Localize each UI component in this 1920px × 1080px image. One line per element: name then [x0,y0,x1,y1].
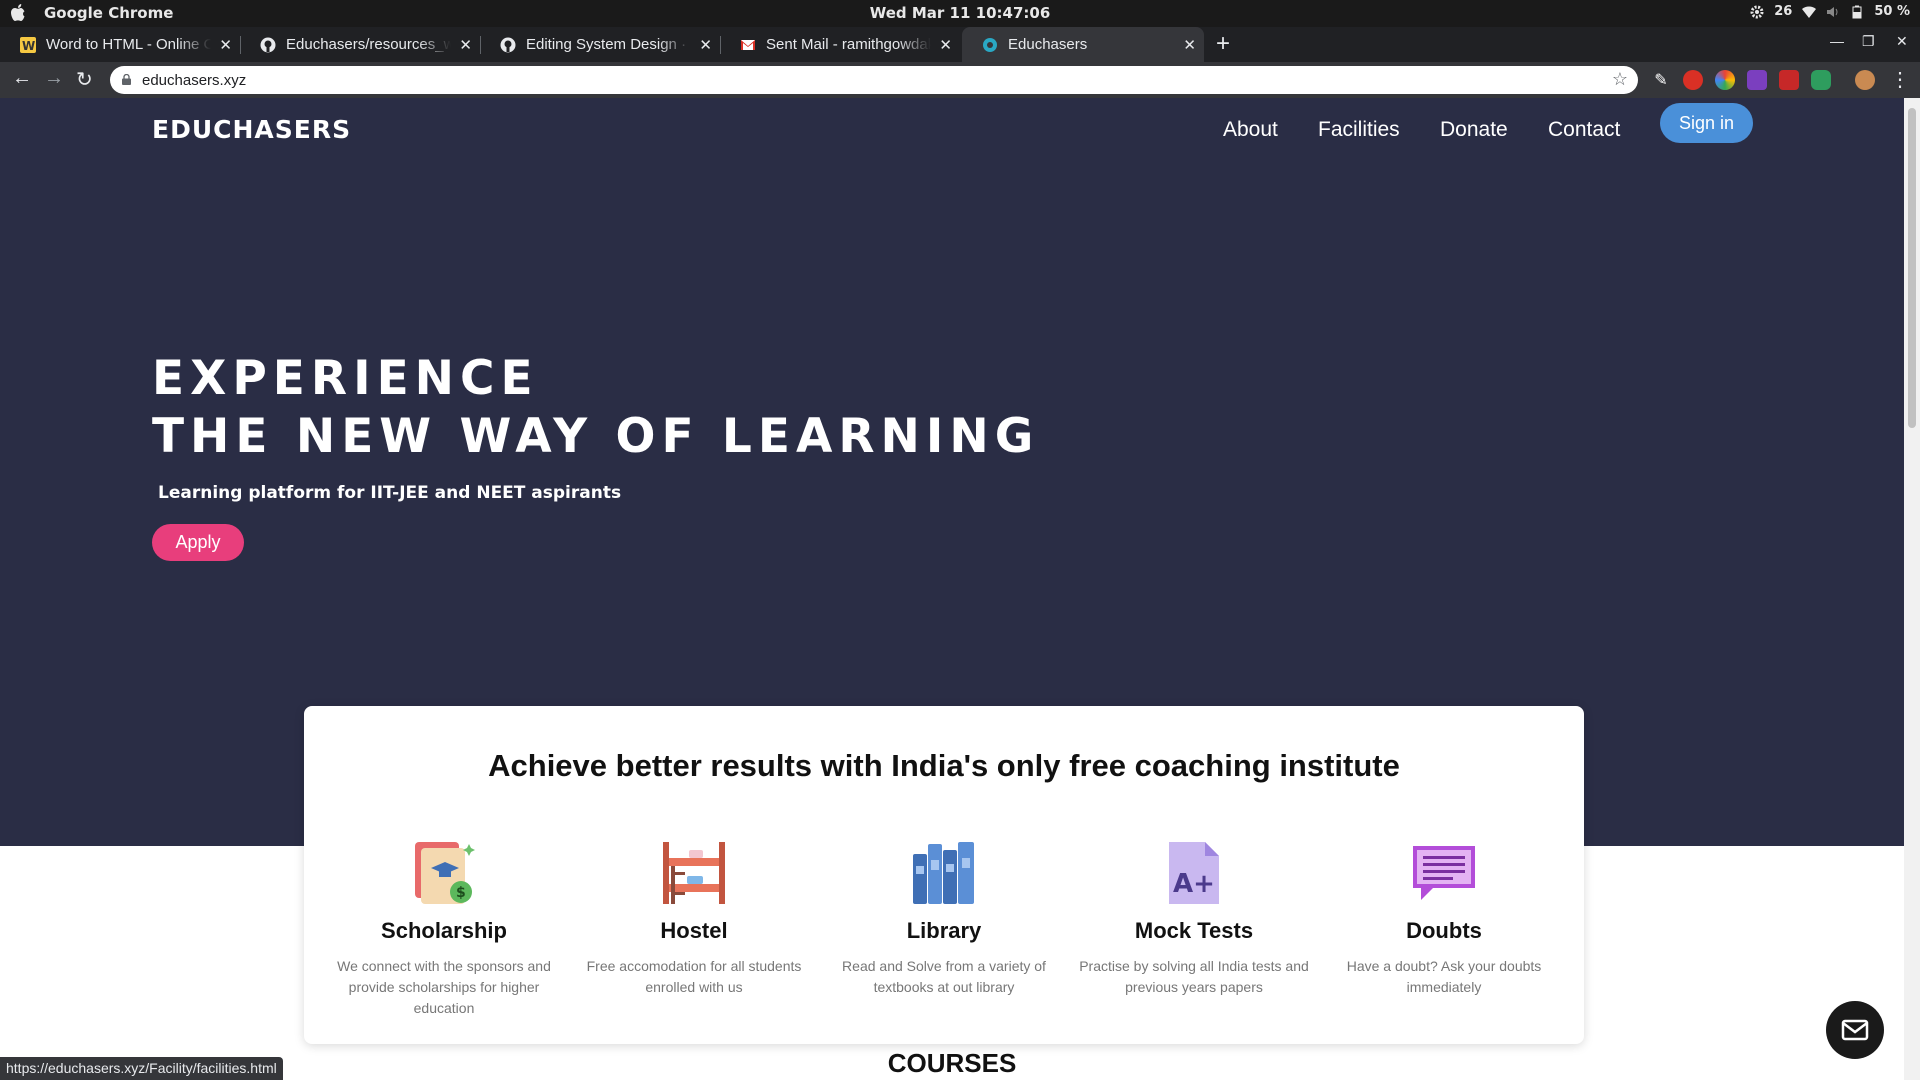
library-books-icon [913,842,974,904]
nav-facilities-link[interactable]: Facilities [1318,118,1400,142]
close-window-icon[interactable]: ✕ [1896,33,1908,50]
address-url[interactable]: educhasers.xyz [142,72,246,89]
browser-toolbar: ← → ↻ educhasers.xyz ☆ ✎ ⋮ [0,62,1920,98]
nav-contact-link[interactable]: Contact [1548,118,1620,142]
feature-name: Mock Tests [1134,918,1254,943]
close-tab-icon[interactable]: ✕ [219,36,232,54]
tray-count: 26 [1774,4,1793,19]
tab-educhasers[interactable]: Educhasers ✕ [962,27,1204,62]
feature-doubts: Doubts Have a doubt? Ask your doubts imm… [1319,840,1569,998]
status-bar-link-preview: https://educhasers.xyz/Facility/faciliti… [0,1057,283,1080]
gmail-icon [741,39,755,50]
sign-in-button[interactable]: Sign in [1660,103,1753,143]
close-tab-icon[interactable]: ✕ [699,36,712,54]
reload-icon[interactable]: ↻ [76,67,93,92]
new-tab-plus-icon[interactable]: + [1216,30,1230,58]
forward-arrow-icon[interactable]: → [44,67,64,90]
github-icon [260,37,276,52]
svg-text:A+: A+ [1173,869,1215,899]
scholarship-icon: $ [415,842,475,904]
bunk-bed-icon [663,842,725,904]
hero-heading-line-1: EXPERIENCE [152,351,539,406]
web-page: EDUCHASERS About Facilities Donate Conta… [0,98,1904,1080]
tab-title: Sent Mail - ramithgowdak [766,36,931,53]
word-to-html-favicon-icon: W [20,36,36,53]
feature-name: Scholarship [381,918,507,943]
svg-text:$: $ [456,885,466,901]
tab-title: Word to HTML - Online Co [46,36,211,53]
tab-gmail[interactable]: Sent Mail - ramithgowdak ✕ [720,27,960,62]
nav-donate-link[interactable]: Donate [1440,118,1508,142]
address-bar[interactable]: educhasers.xyz ☆ [110,66,1638,94]
tab-github-resources[interactable]: Educhasers/resources_wi ✕ [240,27,480,62]
close-tab-icon[interactable]: ✕ [939,36,952,54]
features-card: Achieve better results with India's only… [304,706,1584,1044]
hero-heading-line-2: THE NEW WAY OF LEARNING [152,409,1040,464]
educhasers-favicon-icon [983,37,997,52]
settings-gear-icon[interactable] [1750,5,1764,19]
tab-title: Editing System Design · ra [526,36,691,53]
site-logo[interactable]: EDUCHASERS [152,115,351,144]
courses-heading: COURSES [887,1048,1017,1078]
feature-mock-tests: A+ Mock Tests Practise by solving all In… [1069,840,1319,998]
feature-library: Library Read and Solve from a variety of… [819,840,1069,998]
hero-subtitle: Learning platform for IIT-JEE and NEET a… [158,483,622,503]
system-clock[interactable]: Wed Mar 11 10:47:06 [0,4,1920,22]
svg-text:W: W [22,39,35,53]
extension-icon[interactable]: ✎ [1651,70,1671,90]
cube-extension-icon[interactable] [1747,70,1767,90]
lock-icon[interactable] [122,74,131,85]
battery-percent: 50 % [1874,4,1910,19]
tab-title: Educhasers/resources_wi [286,36,451,53]
browser-tab-strip: W Word to HTML - Online Co ✕ Educhasers/… [0,27,1920,62]
bookmark-star-icon[interactable]: ☆ [1612,69,1628,90]
feature-description: Have a doubt? Ask your doubts immediatel… [1346,958,1542,995]
minimize-window-icon[interactable]: — [1830,33,1844,49]
restore-window-icon[interactable]: ❐ [1862,33,1875,50]
os-top-bar: Google Chrome Wed Mar 11 10:47:06 26 50 … [0,0,1920,27]
apply-button[interactable]: Apply [152,524,244,561]
nav-about-link[interactable]: About [1223,118,1278,142]
chat-bubble-icon [1413,846,1475,900]
tab-title: Educhasers [1008,36,1088,53]
feature-name: Doubts [1406,918,1482,943]
system-tray: 26 50 % [1750,4,1910,19]
tab-github-editing[interactable]: Editing System Design · ra ✕ [480,27,720,62]
feature-name: Library [906,918,982,943]
graded-paper-icon: A+ [1169,842,1219,904]
close-tab-icon[interactable]: ✕ [459,36,472,54]
feature-hostel: Hostel Free accomodation for all student… [569,840,819,998]
contact-mail-button[interactable] [1826,1001,1884,1059]
feature-description: We connect with the sponsors and provide… [337,958,551,1016]
feature-scholarship: $ Scholarship We connect with the sponso… [319,840,569,1019]
battery-icon[interactable] [1850,5,1864,19]
mail-extension-icon[interactable] [1811,70,1831,90]
feature-description: Free accomodation for all students enrol… [586,958,802,995]
wifi-icon[interactable] [1802,5,1817,19]
feature-description: Read and Solve from a variety of textboo… [842,958,1046,995]
envelope-icon [1841,1019,1869,1041]
volume-icon[interactable] [1826,5,1840,19]
hero-heading: EXPERIENCE THE NEW WAY OF LEARNING [152,350,1039,466]
feature-description: Practise by solving all India tests and … [1079,958,1309,995]
scrollbar-thumb[interactable] [1908,108,1916,428]
tab-word-to-html[interactable]: W Word to HTML - Online Co ✕ [0,27,240,62]
adblock-extension-icon[interactable] [1683,70,1703,90]
profile-avatar[interactable] [1855,70,1875,90]
feature-name: Hostel [660,918,728,943]
more-menu-icon[interactable]: ⋮ [1890,67,1910,92]
github-icon [500,37,516,52]
features-card-title: Achieve better results with India's only… [488,748,1400,783]
close-tab-icon[interactable]: ✕ [1183,36,1196,54]
pdf-extension-icon[interactable] [1779,70,1799,90]
back-arrow-icon[interactable]: ← [12,67,32,90]
color-extension-icon[interactable] [1715,70,1735,90]
page-scrollbar[interactable] [1904,98,1920,1080]
